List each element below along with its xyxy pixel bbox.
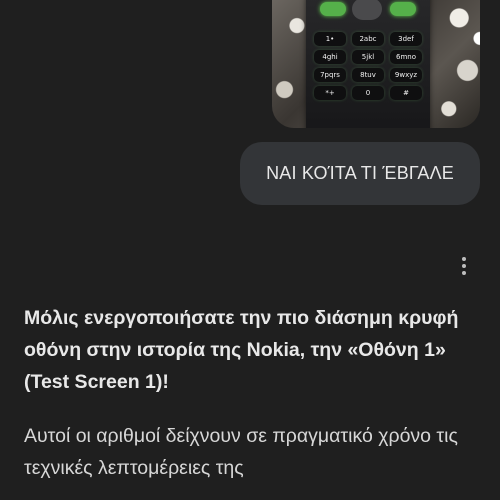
- user-message-bubble[interactable]: ΝΑΙ ΚΟΊΤΑ ΤΙ ΈΒΓΑΛΕ: [240, 142, 480, 205]
- keypad-key: 4ghi: [314, 50, 346, 64]
- keypad-key: *+: [314, 86, 346, 100]
- keypad-key: 2abc: [352, 32, 384, 46]
- keypad-key: 7pqrs: [314, 68, 346, 82]
- assistant-response: Μόλις ενεργοποιήσατε την πιο διάσημη κρυ…: [24, 302, 484, 484]
- keypad-key: #: [390, 86, 422, 100]
- more-vertical-icon: [462, 257, 466, 261]
- phone-keypad: 1• 2abc 3def 4ghi 5jkl 6mno 7pqrs 8tuv 9…: [314, 32, 422, 100]
- more-vertical-icon-dot: [462, 264, 466, 268]
- scroll-fade: [0, 482, 500, 500]
- keypad-key: 6mno: [390, 50, 422, 64]
- keypad-key: 0: [352, 86, 384, 100]
- more-vertical-icon-dot: [462, 271, 466, 275]
- more-options-button[interactable]: [454, 252, 474, 280]
- nokia-phone-image: 1• 2abc 3def 4ghi 5jkl 6mno 7pqrs 8tuv 9…: [306, 0, 430, 128]
- keypad-key: 3def: [390, 32, 422, 46]
- navi-key: [352, 0, 382, 20]
- right-soft-key: [390, 2, 416, 16]
- keypad-key: 5jkl: [352, 50, 384, 64]
- keypad-key: 9wxyz: [390, 68, 422, 82]
- keypad-key: 8tuv: [352, 68, 384, 82]
- phone-nav-keys: [314, 0, 422, 22]
- response-body-text: Αυτοί οι αριθμοί δείχνουν σε πραγματικό …: [24, 425, 458, 479]
- shared-phone-photo[interactable]: 1• 2abc 3def 4ghi 5jkl 6mno 7pqrs 8tuv 9…: [272, 0, 480, 128]
- left-soft-key: [320, 2, 346, 16]
- user-message-text: ΝΑΙ ΚΟΊΤΑ ΤΙ ΈΒΓΑΛΕ: [266, 163, 454, 183]
- keypad-key: 1•: [314, 32, 346, 46]
- response-lead-text: Μόλις ενεργοποιήσατε την πιο διάσημη κρυ…: [24, 307, 459, 393]
